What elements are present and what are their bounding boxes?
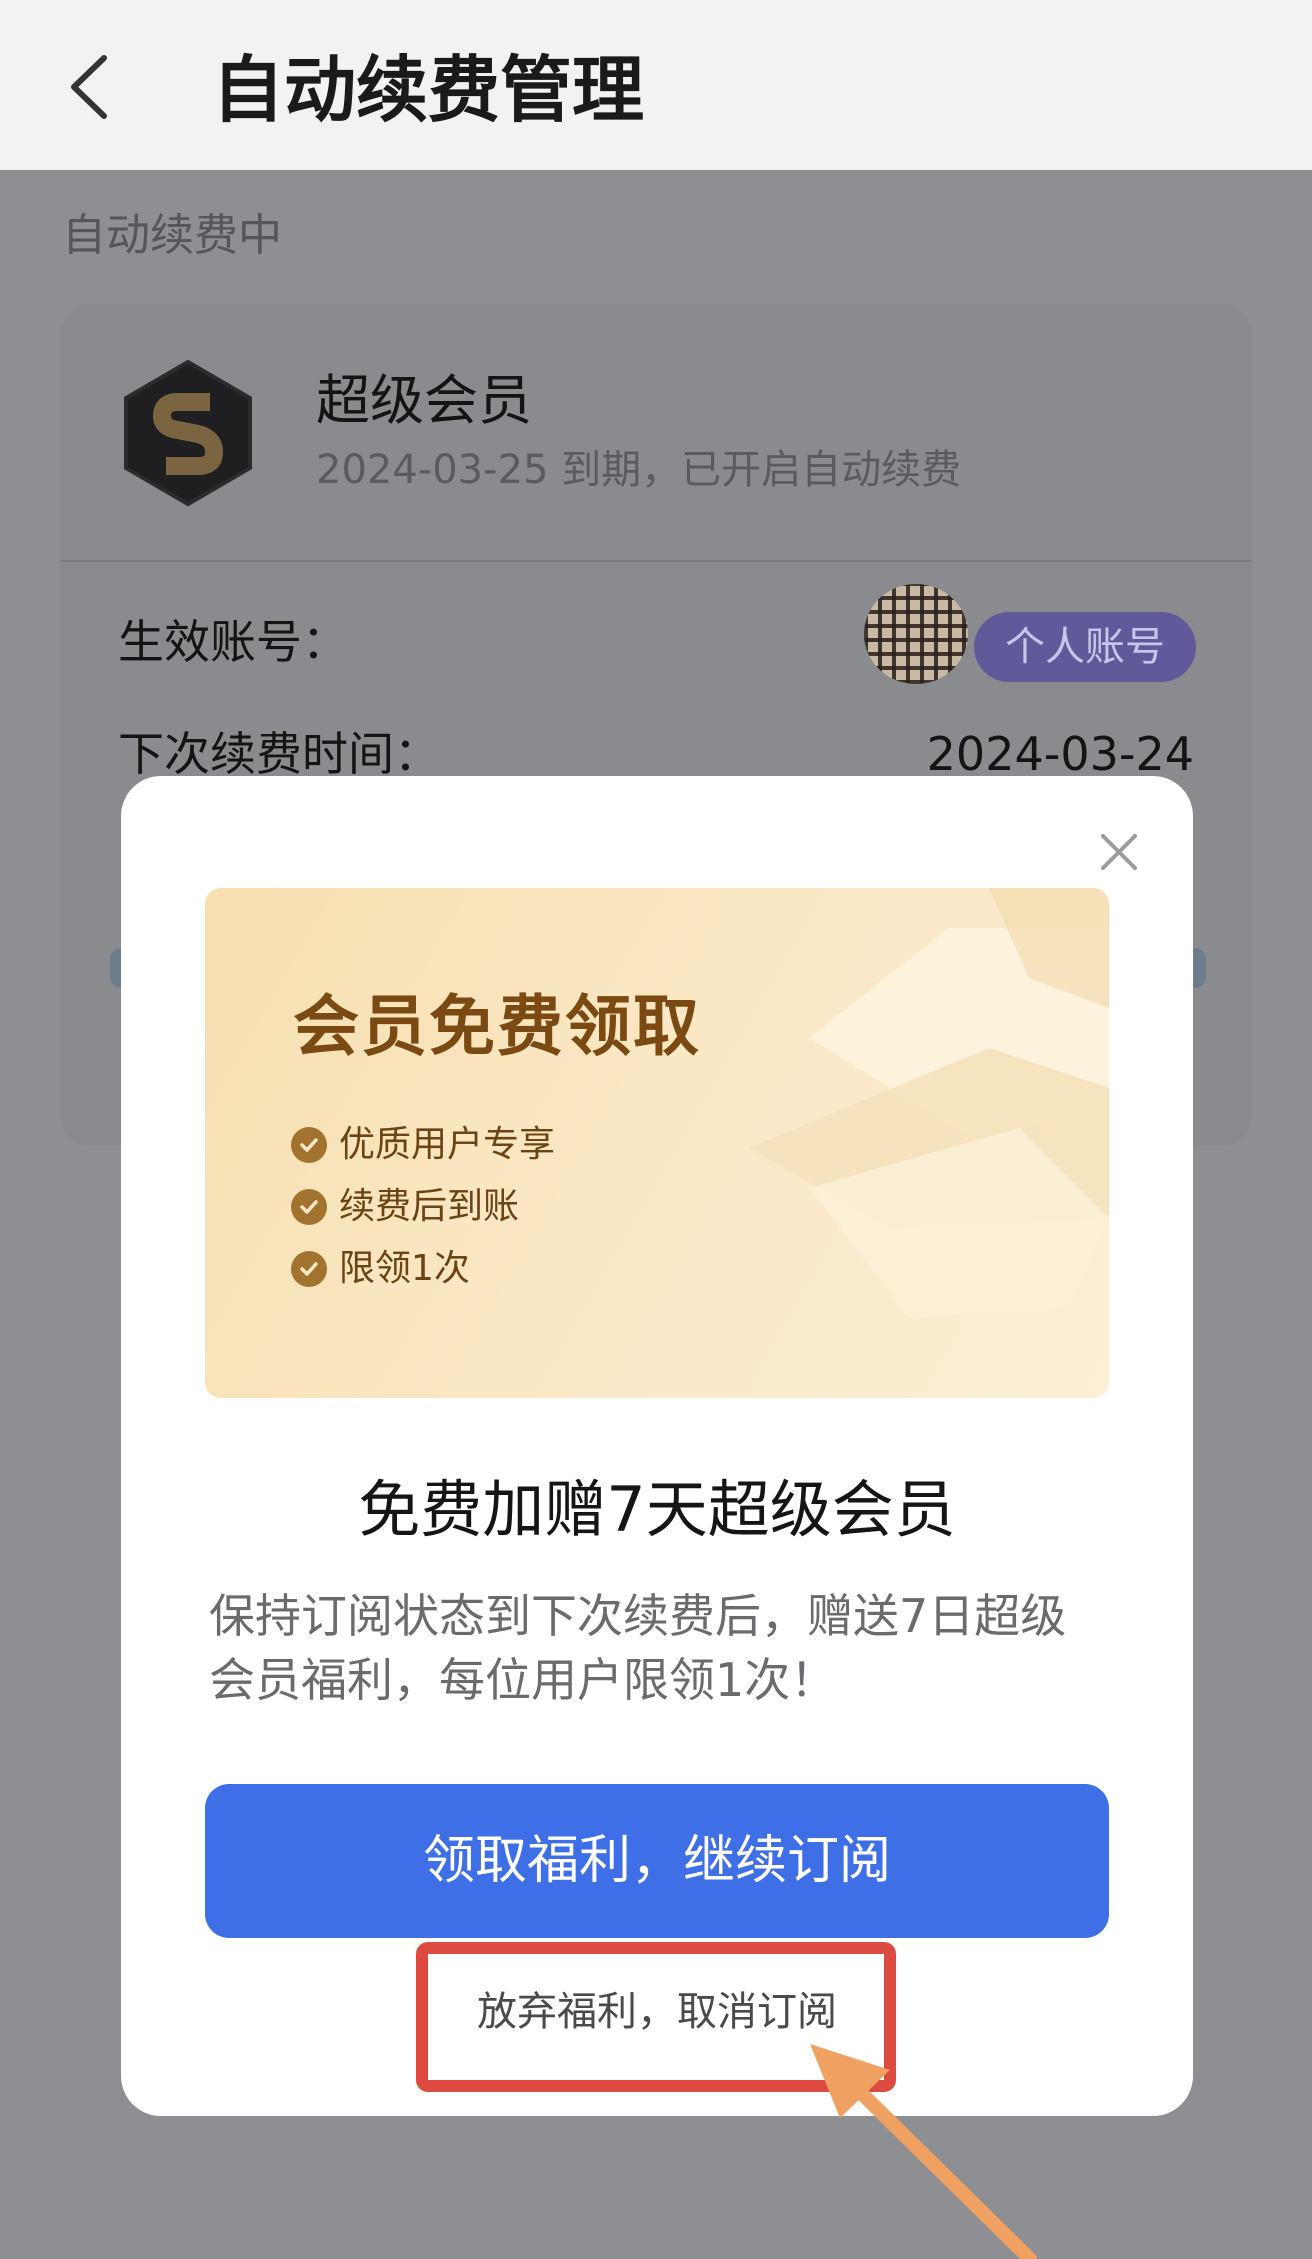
perk-item: 优质用户专享 [291, 1120, 555, 1170]
check-circle-icon [291, 1127, 327, 1163]
account-label: 生效账号： [118, 615, 348, 669]
offer-title: 免费加赠7天超级会员 [358, 1473, 956, 1546]
avatar [864, 584, 968, 684]
perk-item: 续费后到账 [291, 1182, 519, 1232]
top-nav-bar: 自动续费管理 [0, 0, 1312, 170]
claim-continue-button[interactable]: 领取福利，继续订阅 [205, 1784, 1109, 1938]
annotation-arrow-icon [810, 2044, 1037, 2259]
check-circle-icon [291, 1189, 327, 1225]
product-name: 超级会员 [316, 369, 532, 432]
perk-text: 优质用户专享 [339, 1124, 556, 1165]
banner-title: 会员免费领取 [293, 988, 701, 1065]
banner-decoration [749, 888, 1109, 1318]
perk-text: 限领1次 [339, 1248, 470, 1289]
chevron-left-icon[interactable] [58, 52, 128, 122]
close-icon[interactable] [1097, 830, 1141, 874]
offer-description: 保持订阅状态到下次续费后，赠送7日超级会员福利，每位用户限领1次！ [209, 1589, 1067, 1707]
page-title: 自动续费管理 [212, 48, 645, 132]
perk-text: 续费后到账 [339, 1186, 520, 1227]
section-label: 自动续费中 [62, 210, 282, 261]
divider [60, 560, 1252, 562]
retention-offer-modal: 会员免费领取 优质用户专享 续费后到账 限领1次 免费加赠7天超级会员 保持订阅… [121, 776, 1193, 2116]
promo-banner: 会员免费领取 优质用户专享 续费后到账 限领1次 [205, 888, 1109, 1398]
account-type-badge: 个人账号 [974, 612, 1196, 682]
check-circle-icon [291, 1251, 327, 1287]
perk-item: 限领1次 [291, 1244, 470, 1294]
subscription-status: 2024-03-25 到期，已开启自动续费 [316, 447, 962, 493]
super-member-s-logo [124, 359, 252, 507]
